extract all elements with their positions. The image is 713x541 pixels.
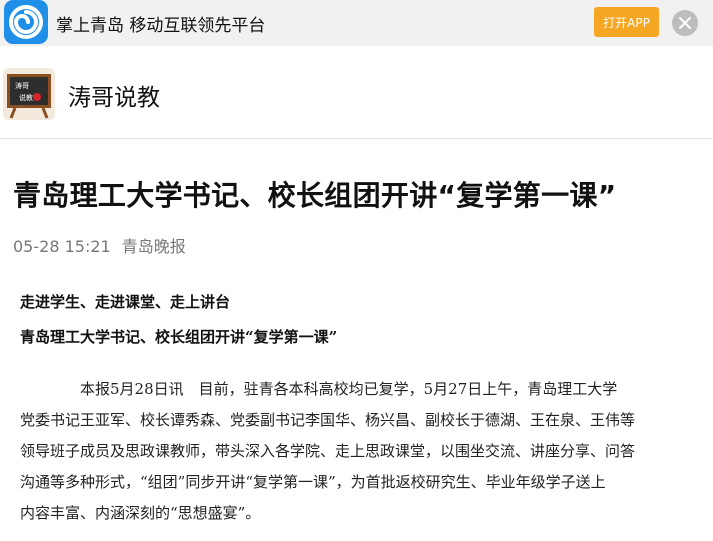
article-body-paragraph: 本报5月28日讯 目前，驻青各本科高校均已复学，5月27日上午，青岛理工大学 党… xyxy=(20,374,685,529)
banner-title: 掌上青岛 移动互联领先平台 xyxy=(56,16,266,36)
body-line: 沟通等多种形式，“组团”同步开讲“复学第一课”，为首批返校研究生、毕业年级学子送… xyxy=(20,473,606,491)
article-subhead-1: 走进学生、走进课堂、走上讲台 xyxy=(20,293,231,311)
publish-datetime: 05-28 15:21 xyxy=(13,237,111,256)
author-header: 涛哥 说教 涛哥说教 xyxy=(0,56,713,139)
article-title: 青岛理工大学书记、校长组团开讲“复学第一课” xyxy=(13,179,617,212)
blackboard-avatar-icon: 涛哥 说教 xyxy=(3,68,55,120)
article-source: 青岛晚报 xyxy=(121,237,186,256)
svg-text:涛哥: 涛哥 xyxy=(15,81,29,90)
close-banner-button[interactable] xyxy=(672,10,698,36)
body-line: 内容丰富、内涵深刻的“思想盛宴”。 xyxy=(20,504,261,522)
article-meta: 05-28 15:21 青岛晚报 xyxy=(13,233,186,257)
body-line: 本报5月28日讯 目前，驻青各本科高校均已复学，5月27日上午，青岛理工大学 xyxy=(20,380,618,398)
swirl-icon xyxy=(9,5,43,39)
author-name[interactable]: 涛哥说教 xyxy=(68,78,160,112)
svg-text:说教: 说教 xyxy=(19,93,33,102)
article-subhead-2: 青岛理工大学书记、校长组团开讲“复学第一课” xyxy=(20,328,338,346)
body-line: 党委书记王亚军、校长谭秀森、党委副书记李国华、杨兴昌、副校长于德湖、王在泉、王伟… xyxy=(20,411,636,429)
close-icon xyxy=(679,17,691,29)
app-logo-icon[interactable] xyxy=(4,0,48,44)
app-download-banner: 掌上青岛 移动互联领先平台 打开APP xyxy=(0,0,713,46)
open-app-button[interactable]: 打开APP xyxy=(594,7,659,37)
author-avatar[interactable]: 涛哥 说教 xyxy=(3,68,55,120)
body-line: 领导班子成员及思政课教师，带头深入各学院、走上思政课堂，以围坐交流、讲座分享、问… xyxy=(20,442,636,460)
